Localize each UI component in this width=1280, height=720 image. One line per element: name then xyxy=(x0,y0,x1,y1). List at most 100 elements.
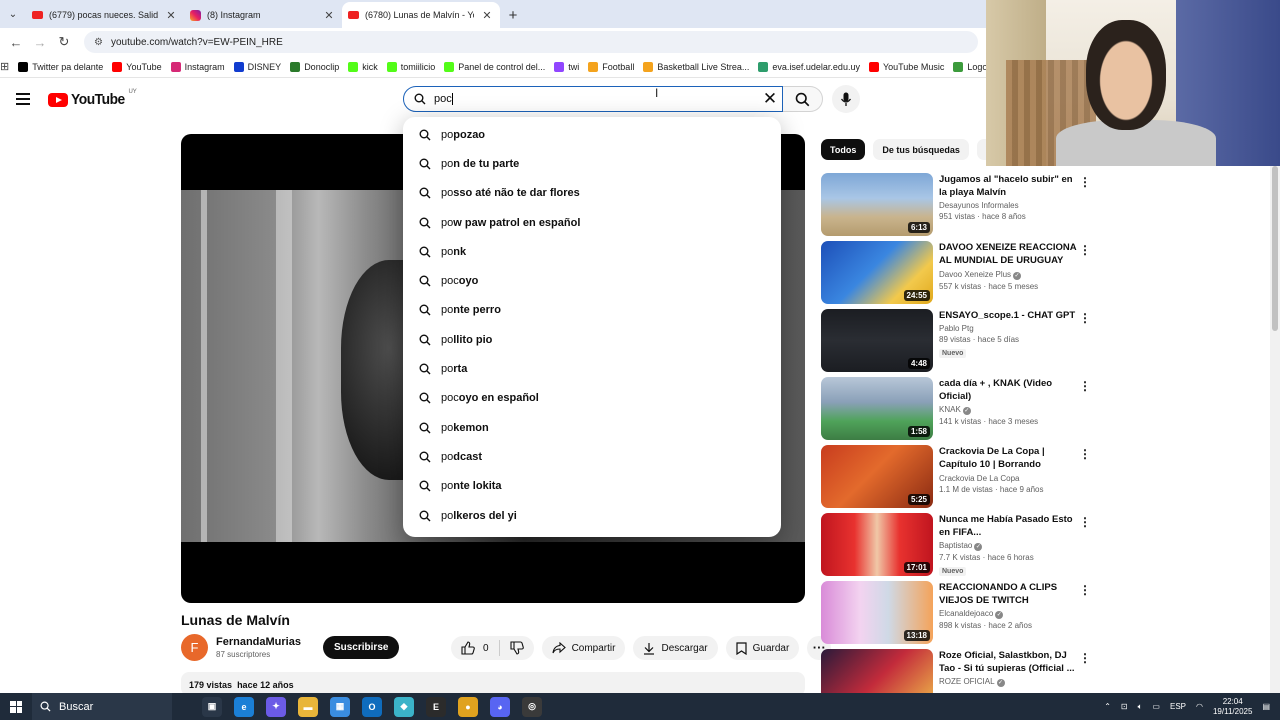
scrollbar-thumb[interactable] xyxy=(1272,166,1278,331)
recommended-channel[interactable]: Desayunos Informales xyxy=(939,201,1019,210)
search-suggestion[interactable]: pollito pio xyxy=(403,325,781,354)
language-indicator[interactable]: ESP xyxy=(1170,702,1186,711)
video-thumbnail[interactable]: 24:55 xyxy=(821,241,933,304)
apps-grid-icon[interactable]: ⊞ xyxy=(0,60,9,73)
file-explorer-icon[interactable]: ▬ xyxy=(298,696,318,717)
taskbar-search[interactable]: Buscar xyxy=(32,693,172,720)
bookmark-item[interactable]: YouTube Music xyxy=(868,61,944,72)
copilot-icon[interactable]: ✦ xyxy=(266,696,286,717)
bookmark-item[interactable]: kick xyxy=(348,61,378,72)
youtube-logo[interactable]: YouTube UY xyxy=(48,89,137,108)
bookmark-item[interactable]: Panel de control del... xyxy=(444,61,545,72)
search-suggestion[interactable]: pocoyo en español xyxy=(403,384,781,413)
search-suggestion[interactable]: posso até não te dar flores xyxy=(403,179,781,208)
obs-icon[interactable]: ◎ xyxy=(522,696,542,717)
recommended-title[interactable]: DAVOO XENEIZE REACCIONA AL MUNDIAL DE UR… xyxy=(939,241,1079,268)
tab-pocas-nueces[interactable]: (6779) pocas nueces. Salida al n ✕ xyxy=(26,2,184,28)
volume-icon[interactable]: 🔈︎ xyxy=(1138,702,1143,712)
search-suggestion[interactable]: porta xyxy=(403,354,781,383)
more-vertical-icon[interactable]: ⋮ xyxy=(1079,651,1091,665)
download-button[interactable]: Descargar xyxy=(633,636,718,660)
recommended-title[interactable]: cada día + , KNAK (Video Oficial) xyxy=(939,377,1079,403)
thumbs-down-icon[interactable] xyxy=(510,641,524,655)
recommended-channel[interactable]: KNAK xyxy=(939,405,961,414)
search-suggestion[interactable]: pon de tu parte xyxy=(403,149,781,178)
bookmark-item[interactable]: twi xyxy=(554,61,579,72)
recommended-title[interactable]: Crackovia De La Copa | Capítulo 10 | Bor… xyxy=(939,445,1079,472)
like-button[interactable]: 0 xyxy=(461,641,489,655)
recommended-title[interactable]: Nunca me Había Pasado Esto en FIFA... xyxy=(939,513,1079,539)
search-suggestion[interactable]: popozao xyxy=(403,120,781,149)
wifi-icon[interactable]: ◠ xyxy=(1196,702,1203,711)
battery-icon[interactable]: ▭ xyxy=(1152,702,1160,711)
recommended-video[interactable]: 17:01 Nunca me Había Pasado Esto en FIFA.… xyxy=(821,513,1096,581)
reload-icon[interactable]: ↻ xyxy=(52,34,76,50)
recommended-video[interactable]: 5:25 Crackovia De La Copa | Capítulo 10 |… xyxy=(821,445,1096,513)
chevron-up-icon[interactable]: ⌃ xyxy=(1104,702,1111,711)
save-button[interactable]: Guardar xyxy=(725,636,800,660)
bookmark-item[interactable]: Basketball Live Strea... xyxy=(643,61,749,72)
bookmark-item[interactable]: DISNEY xyxy=(233,61,281,72)
network-icon[interactable]: ⊡ xyxy=(1121,702,1128,711)
video-thumbnail[interactable]: 6:13 xyxy=(821,173,933,236)
subscribe-button[interactable]: Suscribirse xyxy=(322,636,400,659)
bookmark-item[interactable]: Donoclip xyxy=(290,61,339,72)
site-info-icon[interactable]: ⚙ xyxy=(94,37,103,48)
close-tab-icon[interactable]: ✕ xyxy=(480,9,494,22)
recommended-title[interactable]: Jugamos al "hacelo subir" en la playa Ma… xyxy=(939,173,1079,199)
search-suggestion[interactable]: ponk xyxy=(403,237,781,266)
edge-icon[interactable]: e xyxy=(234,696,254,717)
recommended-title[interactable]: ENSAYO_scope.1 - CHAT GPT xyxy=(939,309,1079,322)
epic-games-icon[interactable]: E xyxy=(426,696,446,717)
chrome-icon[interactable]: ● xyxy=(458,696,478,717)
video-thumbnail[interactable]: 4:48 xyxy=(821,309,933,372)
more-vertical-icon[interactable]: ⋮ xyxy=(1079,243,1091,257)
search-button[interactable] xyxy=(783,86,823,112)
bookmark-item[interactable]: eva.isef.udelar.edu.uy xyxy=(758,61,860,72)
recommended-channel[interactable]: Pablo Ptg xyxy=(939,324,974,333)
back-icon[interactable]: ← xyxy=(4,35,28,50)
page-scrollbar[interactable] xyxy=(1270,166,1280,693)
avatar[interactable]: F xyxy=(181,634,208,661)
search-input[interactable]: poc xyxy=(403,86,783,112)
outlook-icon[interactable]: O xyxy=(362,696,382,717)
discord-icon[interactable]: ◕ xyxy=(490,696,510,717)
recommended-video[interactable]: 1:58 cada día + , KNAK (Video Oficial) KNA… xyxy=(821,377,1096,445)
more-vertical-icon[interactable]: ⋮ xyxy=(1079,379,1091,393)
clear-search-icon[interactable]: ✕ xyxy=(760,87,780,111)
video-thumbnail[interactable]: 1:58 xyxy=(821,377,933,440)
task-view-icon[interactable]: ▣ xyxy=(202,696,222,717)
more-vertical-icon[interactable]: ⋮ xyxy=(1079,447,1091,461)
recommended-channel[interactable]: Elcanaldejoaco xyxy=(939,609,993,618)
video-thumbnail[interactable]: 13:18 xyxy=(821,581,933,644)
photos-icon[interactable]: ◆ xyxy=(394,696,414,717)
tab-lunas-de-malvin[interactable]: (6780) Lunas de Malvín - YouTu ✕ xyxy=(342,2,500,28)
close-tab-icon[interactable]: ✕ xyxy=(164,9,178,22)
filter-chip[interactable]: De tus búsquedas xyxy=(873,139,969,160)
recommended-title[interactable]: REACCIONANDO A CLIPS VIEJOS DE TWITCH xyxy=(939,581,1079,607)
close-tab-icon[interactable]: ✕ xyxy=(322,9,336,22)
search-suggestion[interactable]: pow paw patrol en español xyxy=(403,208,781,237)
recommended-video[interactable]: 24:55 DAVOO XENEIZE REACCIONA AL MUNDIAL … xyxy=(821,241,1096,309)
more-vertical-icon[interactable]: ⋮ xyxy=(1079,311,1091,325)
bookmark-item[interactable]: tomiilicio xyxy=(386,61,435,72)
store-icon[interactable]: ▦ xyxy=(330,696,350,717)
forward-icon[interactable]: → xyxy=(28,35,52,50)
new-tab-icon[interactable]: + xyxy=(500,2,526,28)
video-thumbnail[interactable]: 17:01 xyxy=(821,513,933,576)
recommended-channel[interactable]: Baptistao xyxy=(939,541,972,550)
search-suggestion[interactable]: podcast xyxy=(403,442,781,471)
filter-chip[interactable]: Todos xyxy=(821,139,866,160)
recommended-channel[interactable]: Crackovia De La Copa xyxy=(939,474,1019,483)
more-vertical-icon[interactable]: ⋮ xyxy=(1079,583,1091,597)
recommended-video[interactable]: 4:48 ENSAYO_scope.1 - CHAT GPT Pablo Ptg 89… xyxy=(821,309,1096,377)
voice-search-button[interactable] xyxy=(832,85,860,113)
more-vertical-icon[interactable]: ⋮ xyxy=(1079,175,1091,189)
start-button[interactable] xyxy=(0,693,32,720)
url-field[interactable]: ⚙ youtube.com/watch?v=EW-PEIN_HRE xyxy=(84,31,978,53)
search-suggestion[interactable]: ponte perro xyxy=(403,296,781,325)
bookmark-item[interactable]: YouTube xyxy=(112,61,162,72)
recommended-title[interactable]: Roze Oficial, Salastkbon, DJ Tao - Si tú… xyxy=(939,649,1079,675)
recommended-channel[interactable]: Davoo Xeneize Plus xyxy=(939,270,1011,279)
recommended-channel[interactable]: ROZE OFICIAL xyxy=(939,677,995,686)
